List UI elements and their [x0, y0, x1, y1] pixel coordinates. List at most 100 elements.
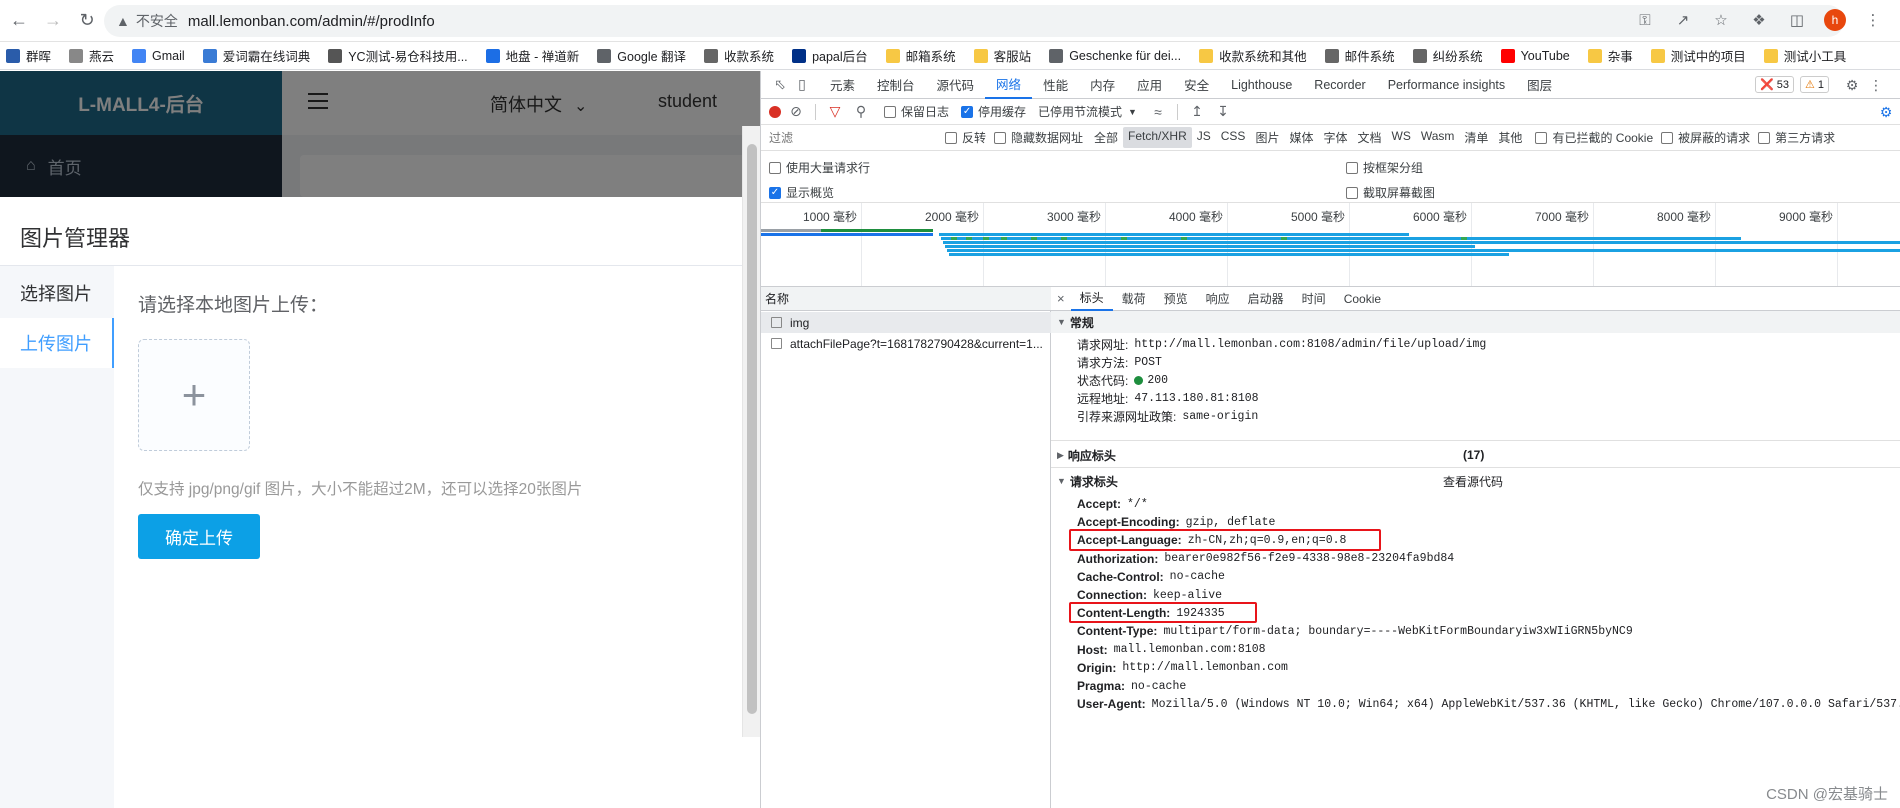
type-filter[interactable]: 图片: [1250, 127, 1284, 148]
share-icon[interactable]: ↗: [1672, 9, 1694, 31]
bookmark-item[interactable]: YC测试-易仓科技用...: [328, 46, 468, 65]
screenshots-checkbox[interactable]: 截取屏幕截图: [1346, 184, 1435, 201]
detail-tab[interactable]: 预览: [1155, 287, 1197, 311]
bookmark-item[interactable]: 测试中的项目: [1650, 46, 1746, 65]
type-filter[interactable]: 字体: [1318, 127, 1352, 148]
header-value[interactable]: */*: [1127, 498, 1148, 511]
type-filter[interactable]: JS: [1192, 127, 1216, 148]
request-row[interactable]: img: [761, 312, 1051, 333]
detail-tab[interactable]: 响应: [1197, 287, 1239, 311]
devtools-tab[interactable]: Performance insights: [1377, 71, 1516, 99]
detail-tab[interactable]: 启动器: [1239, 287, 1293, 311]
wifi-settings-icon[interactable]: ≈: [1147, 101, 1169, 123]
header-value[interactable]: POST: [1134, 356, 1162, 369]
header-value[interactable]: 47.113.180.81:8108: [1134, 392, 1258, 405]
bookmark-item[interactable]: 群晖: [6, 46, 51, 65]
scrollbar-thumb[interactable]: [747, 144, 757, 714]
bookmark-item[interactable]: 爱词霸在线词典: [202, 46, 310, 65]
bookmark-item[interactable]: 地盘 - 禅道新: [485, 46, 579, 65]
header-value[interactable]: mall.lemonban.com:8108: [1114, 643, 1266, 656]
devtools-tab[interactable]: 控制台: [866, 71, 926, 99]
upload-dropzone[interactable]: +: [138, 339, 250, 451]
response-headers-section[interactable]: ▶ 响应标头 (17): [1051, 444, 1900, 466]
header-value[interactable]: 200: [1147, 374, 1168, 387]
detail-tab[interactable]: 载荷: [1113, 287, 1155, 311]
type-filter[interactable]: 清单: [1459, 127, 1493, 148]
header-value[interactable]: no-cache: [1170, 570, 1225, 583]
close-icon[interactable]: ×: [1057, 291, 1065, 306]
bookmark-item[interactable]: 纠纷系统: [1412, 46, 1483, 65]
reload-icon[interactable]: ↻: [72, 6, 102, 36]
bookmark-item[interactable]: 收款系统和其他: [1199, 46, 1307, 65]
search-icon[interactable]: ⚲: [850, 101, 872, 123]
filter-input[interactable]: [767, 127, 937, 148]
devtools-tab[interactable]: 图层: [1516, 71, 1563, 99]
network-settings-icon[interactable]: ⚙: [1875, 101, 1897, 123]
record-icon[interactable]: [769, 105, 781, 118]
key-icon[interactable]: ⚿: [1634, 9, 1656, 31]
clear-icon[interactable]: ⊘: [785, 101, 807, 123]
detail-tab[interactable]: 时间: [1293, 287, 1335, 311]
issues-badge[interactable]: ❌ 53: [1755, 76, 1794, 93]
modal-overlay[interactable]: [0, 71, 760, 197]
blocked-cookies-checkbox[interactable]: 有已拦截的 Cookie: [1535, 129, 1653, 146]
bookmark-item[interactable]: Google 翻译: [597, 46, 686, 65]
detail-tab[interactable]: 标头: [1070, 287, 1113, 311]
type-filter[interactable]: CSS: [1216, 127, 1251, 148]
devtools-tab[interactable]: 元素: [819, 71, 866, 99]
bookmark-item[interactable]: 邮箱系统: [885, 46, 956, 65]
sidepanel-icon[interactable]: ◫: [1786, 9, 1808, 31]
type-filter[interactable]: 全部: [1089, 127, 1123, 148]
type-filter[interactable]: Fetch/XHR: [1123, 127, 1192, 148]
view-source-link[interactable]: 查看源代码: [1443, 473, 1503, 490]
type-filter[interactable]: 其他: [1493, 127, 1527, 148]
third-party-checkbox[interactable]: 第三方请求: [1758, 129, 1835, 146]
settings-gear-icon[interactable]: ⚙: [1841, 74, 1863, 96]
extensions-icon[interactable]: ❖: [1748, 9, 1770, 31]
tab-upload-image[interactable]: 上传图片: [0, 318, 114, 368]
blocked-requests-checkbox[interactable]: 被屏蔽的请求: [1661, 129, 1750, 146]
header-value[interactable]: http://mall.lemonban.com:8108/admin/file…: [1134, 338, 1486, 351]
type-filter[interactable]: 文档: [1352, 127, 1386, 148]
warnings-badge[interactable]: ⚠ 1: [1800, 76, 1829, 93]
devtools-tab[interactable]: 源代码: [926, 71, 986, 99]
more-menu-icon[interactable]: ⋮: [1865, 74, 1887, 96]
filter-icon[interactable]: ▽: [824, 101, 846, 123]
devtools-tab[interactable]: Lighthouse: [1220, 71, 1303, 99]
header-value[interactable]: gzip, deflate: [1186, 516, 1276, 529]
header-value[interactable]: zh-CN,zh;q=0.9,en;q=0.8: [1188, 534, 1347, 547]
tab-select-image[interactable]: 选择图片: [0, 268, 114, 318]
preserve-log-checkbox[interactable]: 保留日志: [884, 103, 949, 120]
header-value[interactable]: multipart/form-data; boundary=----WebKit…: [1163, 625, 1632, 638]
forward-arrow-icon[interactable]: →: [38, 6, 68, 36]
type-filter[interactable]: 媒体: [1284, 127, 1318, 148]
address-bar[interactable]: ▲ 不安全 mall.lemonban.com/admin/#/prodInfo: [104, 5, 1844, 37]
bookmark-item[interactable]: 杂事: [1587, 46, 1633, 65]
header-value[interactable]: http://mall.lemonban.com: [1122, 661, 1288, 674]
hide-data-urls-checkbox[interactable]: 隐藏数据网址: [994, 129, 1083, 146]
type-filter[interactable]: WS: [1387, 127, 1416, 148]
star-icon[interactable]: ☆: [1710, 9, 1732, 31]
devtools-tab[interactable]: Recorder: [1303, 71, 1376, 99]
page-scrollbar[interactable]: [742, 126, 760, 737]
request-row[interactable]: attachFilePage?t=1681782790428&current=1…: [761, 333, 1051, 354]
throttle-select[interactable]: 已停用节流模式 ▼: [1038, 103, 1137, 120]
header-value[interactable]: keep-alive: [1153, 589, 1222, 602]
header-value[interactable]: Mozilla/5.0 (Windows NT 10.0; Win64; x64…: [1152, 698, 1900, 711]
large-rows-checkbox[interactable]: 使用大量请求行: [769, 159, 870, 176]
avatar[interactable]: h: [1824, 9, 1846, 31]
disable-cache-checkbox[interactable]: ✓ 停用缓存: [961, 103, 1026, 120]
url-text[interactable]: mall.lemonban.com/admin/#/prodInfo: [188, 13, 435, 30]
request-headers-section[interactable]: ▼ 请求标头 查看源代码: [1051, 470, 1900, 492]
header-value[interactable]: 1924335: [1176, 607, 1224, 620]
bookmark-item[interactable]: 测试小工具: [1763, 46, 1846, 65]
bookmark-item[interactable]: YouTube: [1500, 48, 1570, 63]
menu-icon[interactable]: ⋮: [1862, 9, 1884, 31]
header-value[interactable]: same-origin: [1182, 410, 1258, 423]
overview-checkbox[interactable]: ✓ 显示概览: [769, 184, 834, 201]
bookmark-item[interactable]: Geschenke für dei...: [1049, 48, 1181, 63]
confirm-upload-button[interactable]: 确定上传: [138, 514, 260, 559]
import-har-icon[interactable]: ↥: [1186, 101, 1208, 123]
device-toolbar-icon[interactable]: ▯: [791, 74, 813, 96]
devtools-tab[interactable]: 应用: [1126, 71, 1173, 99]
